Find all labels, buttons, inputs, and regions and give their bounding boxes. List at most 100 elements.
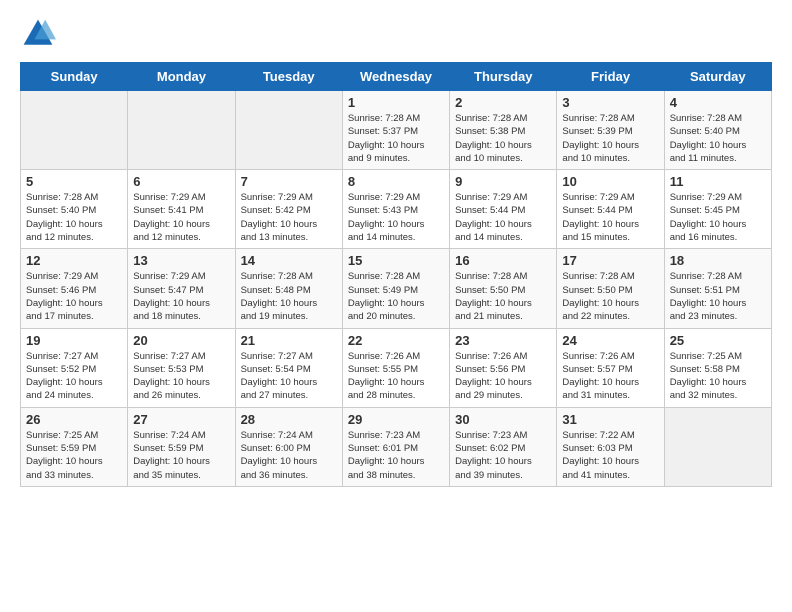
day-header-thursday: Thursday xyxy=(450,63,557,91)
header-row: SundayMondayTuesdayWednesdayThursdayFrid… xyxy=(21,63,772,91)
day-info: Sunrise: 7:29 AM Sunset: 5:42 PM Dayligh… xyxy=(241,191,337,244)
day-cell: 11 Sunrise: 7:29 AM Sunset: 5:45 PM Dayli… xyxy=(664,170,771,249)
day-number: 29 xyxy=(348,412,444,427)
day-cell: 29 Sunrise: 7:23 AM Sunset: 6:01 PM Dayli… xyxy=(342,407,449,486)
day-cell: 2 Sunrise: 7:28 AM Sunset: 5:38 PM Daylig… xyxy=(450,91,557,170)
day-number: 2 xyxy=(455,95,551,110)
day-cell: 8 Sunrise: 7:29 AM Sunset: 5:43 PM Daylig… xyxy=(342,170,449,249)
day-cell: 13 Sunrise: 7:29 AM Sunset: 5:47 PM Dayli… xyxy=(128,249,235,328)
day-number: 26 xyxy=(26,412,122,427)
day-cell: 22 Sunrise: 7:26 AM Sunset: 5:55 PM Dayli… xyxy=(342,328,449,407)
day-info: Sunrise: 7:29 AM Sunset: 5:47 PM Dayligh… xyxy=(133,270,229,323)
day-cell: 3Sunrise: 7:28 AM Sunset: 5:39 PM Daylig… xyxy=(557,91,664,170)
logo xyxy=(20,16,60,52)
day-cell: 19 Sunrise: 7:27 AM Sunset: 5:52 PM Dayli… xyxy=(21,328,128,407)
day-number: 21 xyxy=(241,333,337,348)
week-row-4: 19 Sunrise: 7:27 AM Sunset: 5:52 PM Dayli… xyxy=(21,328,772,407)
day-cell: 9 Sunrise: 7:29 AM Sunset: 5:44 PM Daylig… xyxy=(450,170,557,249)
day-cell: 1 Sunrise: 7:28 AM Sunset: 5:37 PM Daylig… xyxy=(342,91,449,170)
day-number: 4 xyxy=(670,95,766,110)
day-cell: 31 Sunrise: 7:22 AM Sunset: 6:03 PM Dayli… xyxy=(557,407,664,486)
day-cell: 20 Sunrise: 7:27 AM Sunset: 5:53 PM Dayli… xyxy=(128,328,235,407)
day-info: Sunrise: 7:29 AM Sunset: 5:44 PM Dayligh… xyxy=(562,191,658,244)
day-cell: 14 Sunrise: 7:28 AM Sunset: 5:48 PM Dayli… xyxy=(235,249,342,328)
day-number: 1 xyxy=(348,95,444,110)
day-info: Sunrise: 7:29 AM Sunset: 5:41 PM Dayligh… xyxy=(133,191,229,244)
day-info: Sunrise: 7:28 AM Sunset: 5:50 PM Dayligh… xyxy=(562,270,658,323)
day-info: Sunrise: 7:25 AM Sunset: 5:59 PM Dayligh… xyxy=(26,429,122,482)
day-number: 19 xyxy=(26,333,122,348)
day-number: 23 xyxy=(455,333,551,348)
day-info: Sunrise: 7:29 AM Sunset: 5:46 PM Dayligh… xyxy=(26,270,122,323)
day-header-sunday: Sunday xyxy=(21,63,128,91)
week-row-2: 5 Sunrise: 7:28 AM Sunset: 5:40 PM Daylig… xyxy=(21,170,772,249)
day-header-wednesday: Wednesday xyxy=(342,63,449,91)
day-number: 10 xyxy=(562,174,658,189)
day-cell xyxy=(664,407,771,486)
day-info: Sunrise: 7:28 AM Sunset: 5:48 PM Dayligh… xyxy=(241,270,337,323)
day-number: 16 xyxy=(455,253,551,268)
day-number: 5 xyxy=(26,174,122,189)
day-info: Sunrise: 7:28 AM Sunset: 5:37 PM Dayligh… xyxy=(348,112,444,165)
day-info: Sunrise: 7:29 AM Sunset: 5:45 PM Dayligh… xyxy=(670,191,766,244)
day-info: Sunrise: 7:28 AM Sunset: 5:39 PM Dayligh… xyxy=(562,112,658,165)
day-number: 8 xyxy=(348,174,444,189)
day-header-saturday: Saturday xyxy=(664,63,771,91)
day-info: Sunrise: 7:26 AM Sunset: 5:55 PM Dayligh… xyxy=(348,350,444,403)
day-number: 14 xyxy=(241,253,337,268)
day-cell: 23 Sunrise: 7:26 AM Sunset: 5:56 PM Dayli… xyxy=(450,328,557,407)
day-info: Sunrise: 7:22 AM Sunset: 6:03 PM Dayligh… xyxy=(562,429,658,482)
day-cell xyxy=(128,91,235,170)
day-number: 25 xyxy=(670,333,766,348)
day-cell: 26 Sunrise: 7:25 AM Sunset: 5:59 PM Dayli… xyxy=(21,407,128,486)
day-info: Sunrise: 7:29 AM Sunset: 5:44 PM Dayligh… xyxy=(455,191,551,244)
day-cell: 12 Sunrise: 7:29 AM Sunset: 5:46 PM Dayli… xyxy=(21,249,128,328)
day-info: Sunrise: 7:24 AM Sunset: 6:00 PM Dayligh… xyxy=(241,429,337,482)
day-cell: 28Sunrise: 7:24 AM Sunset: 6:00 PM Dayli… xyxy=(235,407,342,486)
day-number: 18 xyxy=(670,253,766,268)
day-info: Sunrise: 7:28 AM Sunset: 5:38 PM Dayligh… xyxy=(455,112,551,165)
day-cell: 24 Sunrise: 7:26 AM Sunset: 5:57 PM Dayli… xyxy=(557,328,664,407)
day-header-tuesday: Tuesday xyxy=(235,63,342,91)
day-number: 11 xyxy=(670,174,766,189)
day-info: Sunrise: 7:28 AM Sunset: 5:40 PM Dayligh… xyxy=(26,191,122,244)
day-number: 7 xyxy=(241,174,337,189)
day-cell xyxy=(21,91,128,170)
header xyxy=(20,16,772,52)
day-cell: 4 Sunrise: 7:28 AM Sunset: 5:40 PM Daylig… xyxy=(664,91,771,170)
day-cell: 30Sunrise: 7:23 AM Sunset: 6:02 PM Dayli… xyxy=(450,407,557,486)
day-info: Sunrise: 7:26 AM Sunset: 5:56 PM Dayligh… xyxy=(455,350,551,403)
day-cell: 15 Sunrise: 7:28 AM Sunset: 5:49 PM Dayli… xyxy=(342,249,449,328)
day-info: Sunrise: 7:27 AM Sunset: 5:53 PM Dayligh… xyxy=(133,350,229,403)
day-number: 31 xyxy=(562,412,658,427)
day-number: 6 xyxy=(133,174,229,189)
page: SundayMondayTuesdayWednesdayThursdayFrid… xyxy=(0,0,792,507)
calendar-table: SundayMondayTuesdayWednesdayThursdayFrid… xyxy=(20,62,772,487)
day-info: Sunrise: 7:27 AM Sunset: 5:54 PM Dayligh… xyxy=(241,350,337,403)
week-row-3: 12 Sunrise: 7:29 AM Sunset: 5:46 PM Dayli… xyxy=(21,249,772,328)
day-info: Sunrise: 7:28 AM Sunset: 5:51 PM Dayligh… xyxy=(670,270,766,323)
day-number: 27 xyxy=(133,412,229,427)
day-header-friday: Friday xyxy=(557,63,664,91)
day-cell: 6 Sunrise: 7:29 AM Sunset: 5:41 PM Daylig… xyxy=(128,170,235,249)
day-cell: 16 Sunrise: 7:28 AM Sunset: 5:50 PM Dayli… xyxy=(450,249,557,328)
day-number: 20 xyxy=(133,333,229,348)
day-info: Sunrise: 7:25 AM Sunset: 5:58 PM Dayligh… xyxy=(670,350,766,403)
week-row-1: 1 Sunrise: 7:28 AM Sunset: 5:37 PM Daylig… xyxy=(21,91,772,170)
day-info: Sunrise: 7:27 AM Sunset: 5:52 PM Dayligh… xyxy=(26,350,122,403)
day-number: 22 xyxy=(348,333,444,348)
day-info: Sunrise: 7:28 AM Sunset: 5:40 PM Dayligh… xyxy=(670,112,766,165)
day-number: 24 xyxy=(562,333,658,348)
day-info: Sunrise: 7:28 AM Sunset: 5:50 PM Dayligh… xyxy=(455,270,551,323)
day-number: 9 xyxy=(455,174,551,189)
day-info: Sunrise: 7:23 AM Sunset: 6:01 PM Dayligh… xyxy=(348,429,444,482)
logo-icon xyxy=(20,16,56,52)
day-number: 12 xyxy=(26,253,122,268)
week-row-5: 26 Sunrise: 7:25 AM Sunset: 5:59 PM Dayli… xyxy=(21,407,772,486)
day-number: 13 xyxy=(133,253,229,268)
day-number: 15 xyxy=(348,253,444,268)
day-info: Sunrise: 7:26 AM Sunset: 5:57 PM Dayligh… xyxy=(562,350,658,403)
day-info: Sunrise: 7:28 AM Sunset: 5:49 PM Dayligh… xyxy=(348,270,444,323)
day-cell: 5 Sunrise: 7:28 AM Sunset: 5:40 PM Daylig… xyxy=(21,170,128,249)
day-info: Sunrise: 7:29 AM Sunset: 5:43 PM Dayligh… xyxy=(348,191,444,244)
